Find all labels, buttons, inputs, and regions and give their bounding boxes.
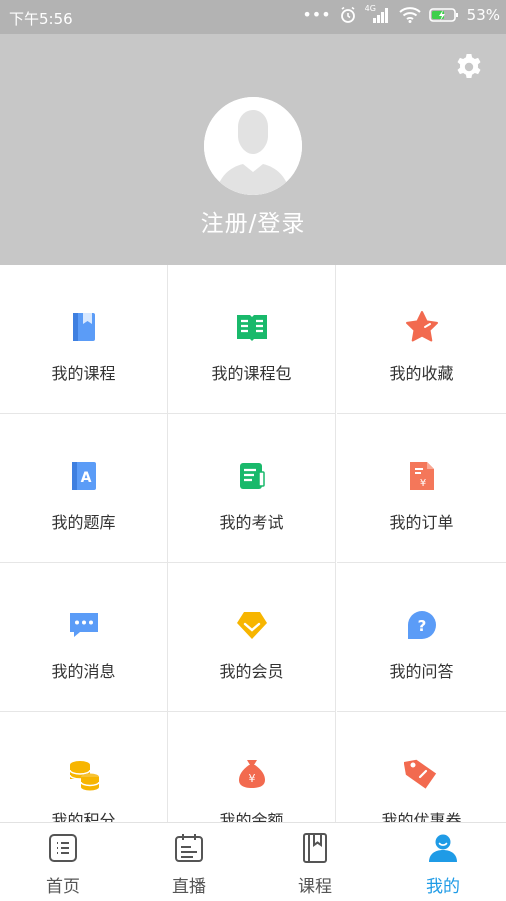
grid-item-my-messages[interactable]: 我的消息 xyxy=(0,563,168,712)
grid-item-label: 我的优惠券 xyxy=(381,811,462,822)
exam-icon xyxy=(239,463,265,489)
more-dots-icon: ••• xyxy=(302,5,331,24)
grid-item-label: 我的问答 xyxy=(389,662,454,681)
status-time: 下午5:56 xyxy=(9,10,73,28)
login-register-link[interactable]: 注册/登录 xyxy=(0,204,506,238)
grid-item-my-favorites[interactable]: 我的收藏 xyxy=(337,265,506,414)
svg-text:A: A xyxy=(80,470,91,486)
money-bag-icon: ¥ xyxy=(238,760,265,788)
message-icon xyxy=(69,613,98,637)
tab-label: 直播 xyxy=(172,877,206,897)
coins-icon xyxy=(68,761,100,791)
grid-item-label: 我的积分 xyxy=(51,811,116,822)
grid-item-label: 我的订单 xyxy=(389,513,454,532)
tab-mine[interactable]: 我的 xyxy=(380,823,506,901)
settings-gear-icon[interactable] xyxy=(454,52,484,82)
book-icon xyxy=(72,313,95,341)
live-calendar-icon xyxy=(175,834,203,862)
star-icon xyxy=(405,311,438,342)
profile-header: 注册/登录 xyxy=(0,34,506,265)
tab-label: 首页 xyxy=(46,877,80,897)
grid-item-my-orders[interactable]: ¥ 我的订单 xyxy=(337,414,506,563)
grid-item-my-course-packages[interactable]: 我的课程包 xyxy=(168,265,336,414)
grid-item-my-coupons[interactable]: 我的优惠券 xyxy=(337,712,506,822)
grid-item-my-points[interactable]: 我的积分 xyxy=(0,712,168,822)
grid-item-label: 我的课程包 xyxy=(211,364,292,383)
grid-item-my-balance[interactable]: ¥ 我的余额 xyxy=(168,712,336,822)
grid-item-label: 我的消息 xyxy=(51,662,116,681)
grid-item-my-exams[interactable]: 我的考试 xyxy=(168,414,336,563)
grid-item-label: 我的余额 xyxy=(219,811,284,822)
wifi-icon xyxy=(398,7,421,23)
grid-item-my-courses[interactable]: 我的课程 xyxy=(0,265,168,414)
home-list-icon xyxy=(49,834,77,862)
tab-label: 我的 xyxy=(426,877,460,897)
grid-item-label: 我的题库 xyxy=(51,513,116,532)
open-book-icon xyxy=(236,315,267,341)
menu-grid: 我的课程 我的课程包 我的收藏 A 我的题库 我的考试 ¥ 我的订单 我的消息 … xyxy=(0,265,506,822)
grid-item-label: 我的收藏 xyxy=(389,364,454,383)
grid-item-label: 我的会员 xyxy=(219,662,284,681)
grid-item-my-qa[interactable]: ? 我的问答 xyxy=(337,563,506,712)
battery-icon xyxy=(428,8,458,22)
membership-badge-icon xyxy=(236,612,267,639)
alarm-icon xyxy=(340,6,355,23)
grid-item-label: 我的课程 xyxy=(51,364,116,383)
tab-live[interactable]: 直播 xyxy=(126,823,252,901)
course-book-icon xyxy=(303,833,327,863)
svg-text:¥: ¥ xyxy=(248,772,255,785)
order-icon: ¥ xyxy=(409,462,434,490)
grid-item-my-membership[interactable]: 我的会员 xyxy=(168,563,336,712)
question-bubble-icon: ? xyxy=(407,611,436,639)
tab-label: 课程 xyxy=(298,877,332,897)
status-bar: 下午5:56 ••• 4G 53% xyxy=(0,0,506,34)
grid-item-label: 我的考试 xyxy=(219,513,284,532)
signal-icon: 4G xyxy=(365,4,391,24)
default-user-icon xyxy=(204,97,302,195)
coupon-tag-icon xyxy=(403,759,436,789)
svg-text:¥: ¥ xyxy=(419,478,425,489)
svg-text:?: ? xyxy=(417,617,426,635)
question-bank-icon: A xyxy=(71,462,96,490)
grid-item-my-question-bank[interactable]: A 我的题库 xyxy=(0,414,168,563)
user-profile-icon xyxy=(429,834,457,862)
battery-percent: 53% xyxy=(466,6,500,24)
tab-courses[interactable]: 课程 xyxy=(252,823,378,901)
tab-home[interactable]: 首页 xyxy=(0,823,126,901)
avatar[interactable] xyxy=(204,97,302,195)
bottom-tab-bar: 首页 直播 课程 我的 xyxy=(0,822,506,900)
